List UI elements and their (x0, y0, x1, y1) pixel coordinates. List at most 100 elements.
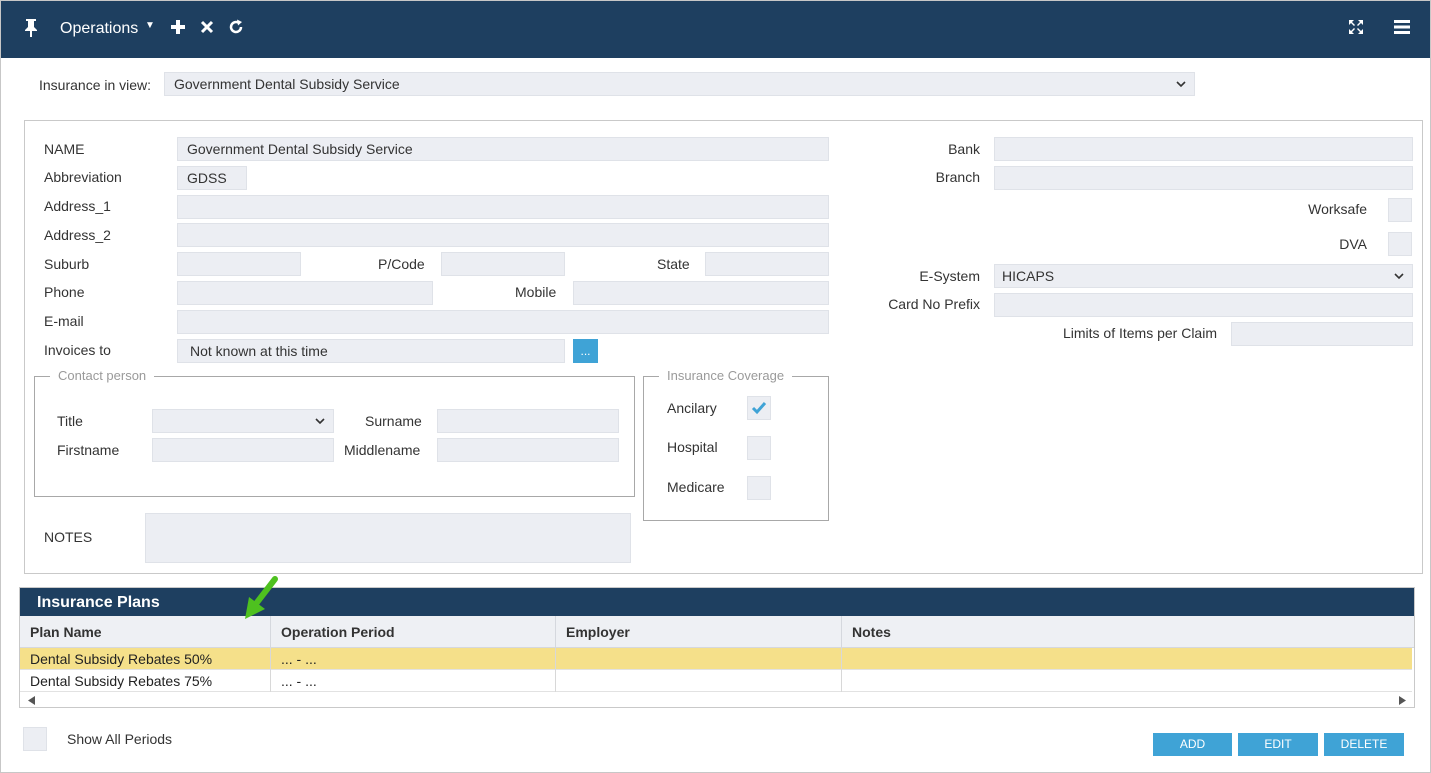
plan-name-cell: Dental Subsidy Rebates 75% (20, 670, 271, 692)
title-label: Title (57, 413, 83, 429)
limits-items-label: Limits of Items per Claim (1062, 325, 1217, 341)
suburb-field[interactable] (177, 252, 301, 276)
chevron-down-icon[interactable]: ▼ (145, 20, 155, 31)
branch-label: Branch (935, 169, 980, 185)
surname-field[interactable] (437, 409, 619, 433)
chevron-down-icon (1176, 81, 1186, 88)
employer-cell (556, 648, 842, 670)
bank-field[interactable] (994, 137, 1413, 161)
insurance-plans-title: Insurance Plans (20, 588, 1414, 616)
notes-cell (842, 648, 1412, 670)
horizontal-scrollbar[interactable] (20, 693, 1414, 707)
address2-label: Address_2 (44, 227, 111, 243)
notes-label: NOTES (44, 529, 93, 545)
scroll-left-icon[interactable] (28, 696, 36, 705)
invoices-lookup-button[interactable]: ... (573, 339, 598, 363)
state-field[interactable] (705, 252, 829, 276)
show-all-periods-label: Show All Periods (67, 731, 173, 747)
abbreviation-value: GDSS (187, 170, 227, 186)
branch-field[interactable] (994, 166, 1413, 190)
insurance-plans-grid: Insurance Plans Plan Name Operation Peri… (19, 587, 1415, 708)
address1-field[interactable] (177, 195, 829, 219)
name-value: Government Dental Subsidy Service (187, 141, 413, 157)
name-label: NAME (44, 141, 85, 157)
phone-label: Phone (44, 284, 85, 300)
name-field[interactable]: Government Dental Subsidy Service (177, 137, 829, 161)
hospital-checkbox[interactable] (747, 436, 771, 460)
operation-period-cell: ... - ... (271, 648, 556, 670)
chevron-down-icon (315, 418, 325, 425)
mobile-label: Mobile (515, 284, 557, 300)
firstname-field[interactable] (152, 438, 334, 462)
invoices-to-field[interactable]: Not known at this time (177, 339, 565, 363)
worksafe-checkbox[interactable] (1388, 198, 1412, 222)
plus-icon[interactable] (168, 17, 188, 37)
column-employer[interactable]: Employer (556, 616, 842, 648)
annotation-arrow-icon (245, 576, 278, 619)
address2-field[interactable] (177, 223, 829, 247)
delete-button[interactable]: DELETE (1324, 733, 1404, 756)
column-operation-period[interactable]: Operation Period (271, 616, 556, 648)
firstname-label: Firstname (57, 442, 120, 458)
scroll-right-icon[interactable] (1398, 696, 1406, 705)
state-label: State (657, 256, 690, 272)
esystem-label: E-System (919, 268, 980, 284)
edit-button[interactable]: EDIT (1238, 733, 1318, 756)
email-field[interactable] (177, 310, 829, 334)
table-row[interactable]: Dental Subsidy Rebates 75% ... - ... (20, 670, 1412, 692)
contact-person-group: Contact person (34, 368, 635, 497)
column-plan-name[interactable]: Plan Name (20, 616, 271, 648)
pcode-label: P/Code (378, 256, 425, 272)
operations-title[interactable]: Operations (60, 20, 138, 38)
limits-items-field[interactable] (1231, 322, 1413, 346)
phone-field[interactable] (177, 281, 433, 305)
insurance-in-view-select[interactable]: Government Dental Subsidy Service (164, 72, 1195, 96)
operation-period-cell: ... - ... (271, 670, 556, 692)
operations-window: Operations ▼ Insurance in view: Governme… (0, 0, 1431, 773)
invoices-to-value: Not known at this time (190, 343, 328, 359)
insurance-in-view-value: Government Dental Subsidy Service (174, 76, 400, 92)
mobile-field[interactable] (573, 281, 829, 305)
add-button[interactable]: ADD (1153, 733, 1232, 756)
expand-icon[interactable] (1346, 17, 1366, 37)
employer-cell (556, 670, 842, 692)
chevron-down-icon (1394, 273, 1404, 280)
esystem-select[interactable]: HICAPS (994, 264, 1413, 288)
middlename-label: Middlename (344, 442, 421, 458)
checkmark-icon (751, 402, 767, 415)
grid-header: Plan Name Operation Period Employer Note… (20, 616, 1414, 648)
table-row[interactable]: Dental Subsidy Rebates 50% ... - ... (20, 648, 1412, 670)
ancilary-label: Ancilary (667, 400, 717, 416)
plan-name-cell: Dental Subsidy Rebates 50% (20, 648, 271, 670)
dva-label: DVA (1339, 236, 1367, 252)
close-icon[interactable] (197, 17, 217, 37)
pin-icon[interactable] (23, 18, 39, 38)
pcode-field[interactable] (441, 252, 565, 276)
dva-checkbox[interactable] (1388, 232, 1412, 256)
middlename-field[interactable] (437, 438, 619, 462)
email-label: E-mail (44, 313, 84, 329)
medicare-checkbox[interactable] (747, 476, 771, 500)
card-no-prefix-field[interactable] (994, 293, 1413, 317)
worksafe-label: Worksafe (1308, 201, 1367, 217)
suburb-label: Suburb (44, 256, 90, 272)
insurance-coverage-legend: Insurance Coverage (659, 368, 793, 383)
menu-icon[interactable] (1392, 17, 1412, 37)
abbreviation-field[interactable]: GDSS (177, 166, 247, 190)
card-no-prefix-label: Card No Prefix (888, 296, 980, 312)
column-notes[interactable]: Notes (842, 616, 1414, 648)
contact-person-legend: Contact person (50, 368, 155, 383)
show-all-periods-checkbox[interactable] (23, 727, 47, 751)
bank-label: Bank (948, 141, 980, 157)
esystem-value: HICAPS (1002, 268, 1055, 284)
address1-label: Address_1 (44, 198, 111, 214)
refresh-icon[interactable] (226, 17, 246, 37)
medicare-label: Medicare (667, 479, 725, 495)
title-select[interactable] (152, 409, 334, 433)
top-toolbar: Operations ▼ (1, 1, 1430, 58)
abbreviation-label: Abbreviation (44, 169, 122, 185)
notes-field[interactable] (145, 513, 631, 563)
invoices-to-label: Invoices to (44, 342, 111, 358)
notes-cell (842, 670, 1412, 692)
ancilary-checkbox[interactable] (747, 396, 771, 420)
